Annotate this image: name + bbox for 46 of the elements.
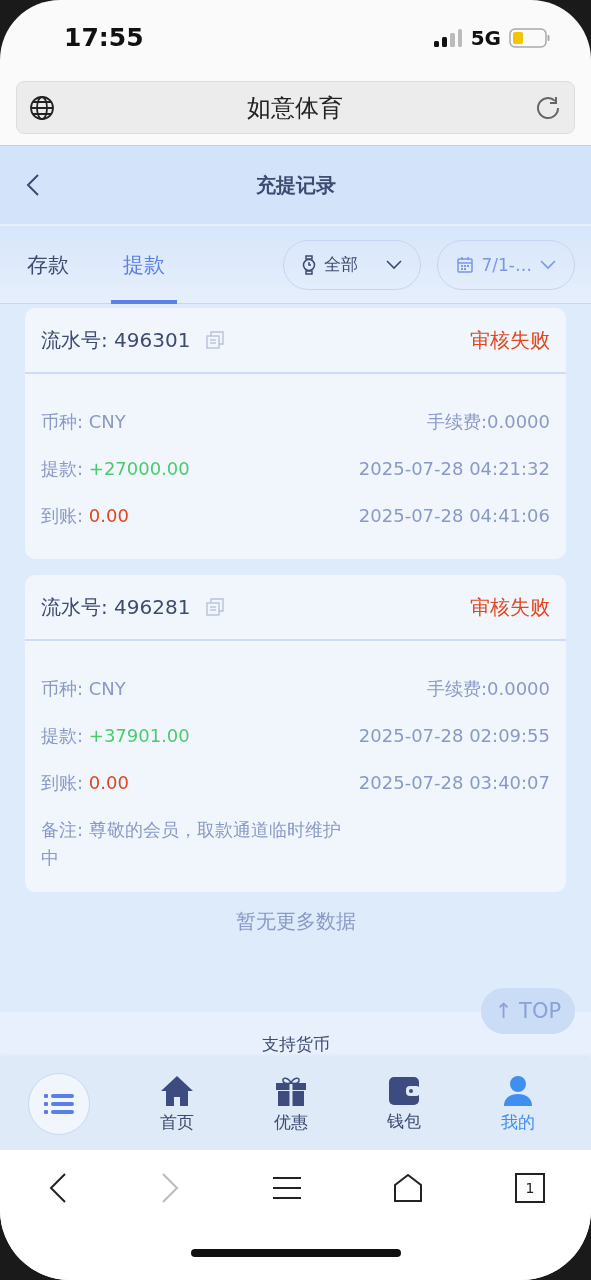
network-label: 5G [470,25,501,50]
status-label: 审核失败 [470,593,550,621]
received-text: 到账: 0.00 [41,503,129,528]
currency-text: 币种: CNY [41,409,126,434]
nav-item[interactable]: 首页 [120,1074,234,1134]
footer-text: 支持货币 [261,1033,330,1056]
signal-icon [432,27,463,48]
back-icon[interactable] [26,173,40,197]
received-text: 到账: 0.00 [41,770,129,795]
tab[interactable]: 存款 [27,225,69,304]
address-bar[interactable]: 如意体育 [16,81,575,134]
home-icon[interactable] [392,1174,423,1202]
back-icon[interactable] [48,1172,68,1204]
header-title: 充提记录 [255,171,336,199]
calendar-icon [455,255,474,274]
created-time: 2025-07-28 02:09:55 [358,725,550,746]
nav-item[interactable]: 钱包 [347,1075,462,1133]
status-time: 17:55 [64,23,144,52]
fee-text: 手续费:0.0000 [426,676,550,701]
chevron-down-icon [540,259,556,270]
status-label: 审核失败 [470,326,550,354]
chevron-down-icon [385,259,402,270]
note-text: 备注: 尊敬的会员，取款通道临时维护中 [41,818,341,870]
wallet-icon [388,1075,421,1106]
gift-icon [274,1074,307,1107]
serial-number: 流水号: 496281 [41,593,191,621]
amount-text: 提款: +37901.00 [41,723,190,748]
currency-text: 币种: CNY [41,676,126,701]
fee-text: 手续费:0.0000 [426,409,550,434]
person-icon [503,1074,534,1107]
menu-icon [44,1093,74,1115]
battery-icon [509,26,551,49]
menu-icon[interactable] [272,1176,301,1200]
completed-time: 2025-07-28 03:40:07 [358,772,550,793]
forward-icon [160,1172,181,1204]
tab-count-button[interactable]: 1 [515,1173,545,1203]
watch-icon [301,254,316,275]
serial-number: 流水号: 496301 [41,326,191,354]
globe-icon [29,94,55,121]
completed-time: 2025-07-28 04:41:06 [358,505,550,526]
amount-text: 提款: +27000.00 [41,456,190,481]
created-time: 2025-07-28 04:21:32 [358,458,550,479]
house-icon [159,1074,194,1107]
page-title: 如意体育 [246,92,343,124]
nav-item[interactable]: 优惠 [233,1074,348,1134]
end-of-list-text: 暂无更多数据 [234,908,357,935]
